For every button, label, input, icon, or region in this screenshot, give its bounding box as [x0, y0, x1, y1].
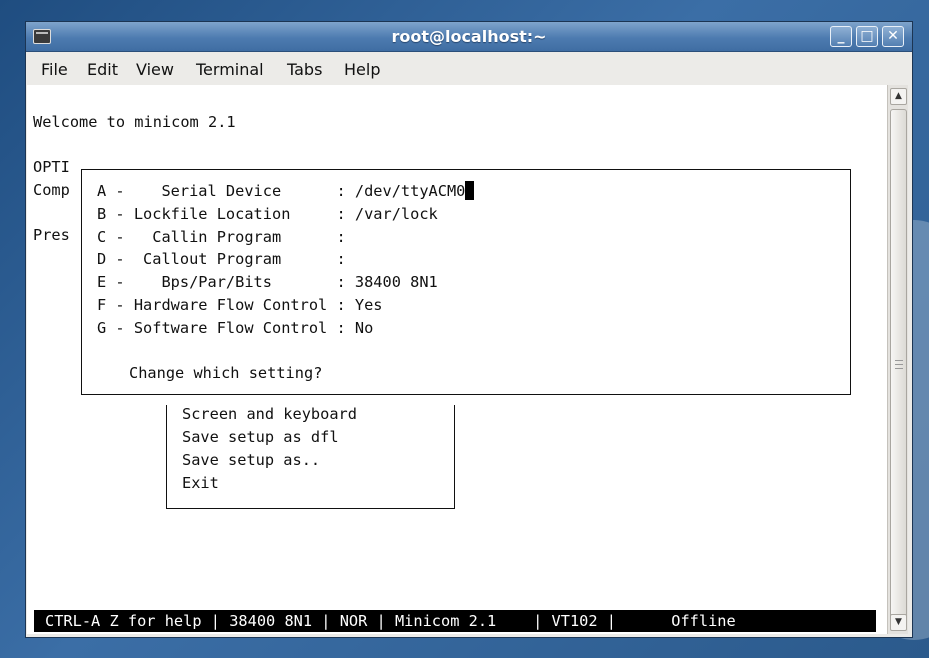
terminal-window: root@localhost:~ _ □ ✕ File Edit View Te…	[25, 21, 913, 638]
vertical-scrollbar[interactable]: ▲ ▼	[887, 85, 908, 634]
arrow-down-icon[interactable]: ▼	[890, 614, 907, 631]
text-cursor	[465, 181, 475, 200]
setting-row[interactable]: C - Callin Program :	[97, 227, 346, 247]
terminal-screen[interactable]: Welcome to minicom 2.1 OPTI Comp Pres Sc…	[27, 85, 887, 634]
maximize-icon: □	[860, 28, 874, 44]
config-menu-item[interactable]: Screen and keyboard	[182, 404, 357, 424]
close-icon: ✕	[887, 28, 899, 44]
arrow-up-icon[interactable]: ▲	[890, 88, 907, 105]
setting-row[interactable]: F - Hardware Flow Control : Yes	[97, 295, 383, 315]
config-menu-item[interactable]: Save setup as dfl	[182, 427, 339, 447]
background-text: Pres	[33, 226, 70, 244]
setting-row[interactable]: B - Lockfile Location : /var/lock	[97, 204, 438, 224]
welcome-line: Welcome to minicom 2.1	[33, 113, 236, 131]
menu-edit[interactable]: Edit	[87, 60, 118, 79]
config-menu-item[interactable]: Exit	[182, 473, 219, 493]
setting-row[interactable]: G - Software Flow Control : No	[97, 318, 373, 338]
menu-tabs[interactable]: Tabs	[287, 60, 322, 79]
menu-view[interactable]: View	[136, 60, 174, 79]
minimize-icon: _	[837, 28, 845, 44]
grip-icon	[895, 360, 903, 369]
status-line: CTRL-A Z for help | 38400 8N1 | NOR | Mi…	[34, 610, 876, 632]
close-button[interactable]: ✕	[882, 26, 904, 47]
setting-row[interactable]: E - Bps/Par/Bits : 38400 8N1	[97, 272, 438, 292]
menu-file[interactable]: File	[41, 60, 68, 79]
config-menu: Screen and keyboard Save setup as dfl Sa…	[166, 405, 455, 509]
config-menu-item[interactable]: Save setup as..	[182, 450, 320, 470]
maximize-button[interactable]: □	[856, 26, 878, 47]
background-text: Comp	[33, 181, 70, 199]
setting-text: A - Serial Device : /dev/ttyACM0	[97, 182, 466, 200]
menu-terminal[interactable]: Terminal	[196, 60, 264, 79]
background-text: OPTI	[33, 158, 70, 176]
setting-row[interactable]: D - Callout Program :	[97, 249, 346, 269]
minimize-button[interactable]: _	[830, 26, 852, 47]
window-title: root@localhost:~	[391, 27, 547, 46]
dialog-prompt: Change which setting?	[129, 364, 323, 382]
menu-help[interactable]: Help	[344, 60, 380, 79]
title-bar[interactable]: root@localhost:~ _ □ ✕	[26, 22, 912, 52]
setting-row[interactable]: A - Serial Device : /dev/ttyACM0	[97, 181, 475, 201]
serial-settings-dialog: A - Serial Device : /dev/ttyACM0 B - Loc…	[81, 169, 851, 395]
menu-bar: File Edit View Terminal Tabs Help	[26, 53, 912, 85]
scroll-thumb[interactable]	[890, 109, 907, 629]
